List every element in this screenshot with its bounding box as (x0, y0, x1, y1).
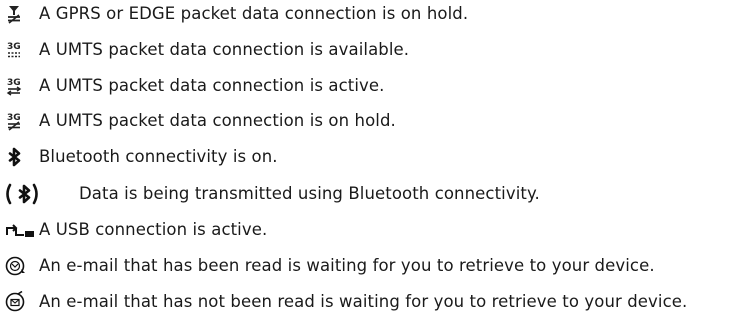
list-item-text: A USB connection is active. (39, 220, 268, 239)
svg-text:3G: 3G (7, 42, 21, 52)
list-item: 3G A UMTS packet data connection is acti… (0, 72, 733, 100)
list-item: Data is being transmitted using Bluetoot… (0, 180, 733, 208)
list-item-text: A UMTS packet data connection is availab… (39, 40, 410, 59)
list-item-text: An e-mail that has not been read is wait… (39, 292, 688, 311)
umts-available-icon: 3G (4, 39, 26, 61)
bluetooth-transmitting-icon (4, 183, 72, 205)
list-item-text: An e-mail that has been read is waiting … (39, 256, 655, 275)
umts-on-hold-icon: 3G (4, 110, 26, 132)
email-unread-icon (4, 291, 26, 313)
email-read-icon (4, 255, 26, 277)
list-item-text: Bluetooth connectivity is on. (39, 147, 278, 166)
usb-icon (4, 219, 36, 241)
list-item: An e-mail that has not been read is wait… (0, 288, 733, 316)
list-item-text: Data is being transmitted using Bluetoot… (79, 184, 540, 203)
list-item-text: A UMTS packet data connection is on hold… (39, 111, 396, 130)
svg-text:3G: 3G (7, 78, 21, 88)
list-item: 3G A UMTS packet data connection is on h… (0, 107, 733, 135)
list-item-text: A GPRS or EDGE packet data connection is… (39, 4, 469, 23)
gprs-edge-on-hold-icon (4, 3, 26, 25)
umts-active-icon: 3G (4, 75, 26, 97)
list-item: An e-mail that has been read is waiting … (0, 252, 733, 280)
list-item-text: A UMTS packet data connection is active. (39, 76, 385, 95)
svg-text:3G: 3G (7, 113, 21, 123)
list-item: A GPRS or EDGE packet data connection is… (0, 0, 733, 28)
list-item: Bluetooth connectivity is on. (0, 143, 733, 171)
bluetooth-icon (4, 146, 26, 168)
list-item: 3G A UMTS packet data connection is avai… (0, 36, 733, 64)
list-item: A USB connection is active. (0, 216, 733, 244)
